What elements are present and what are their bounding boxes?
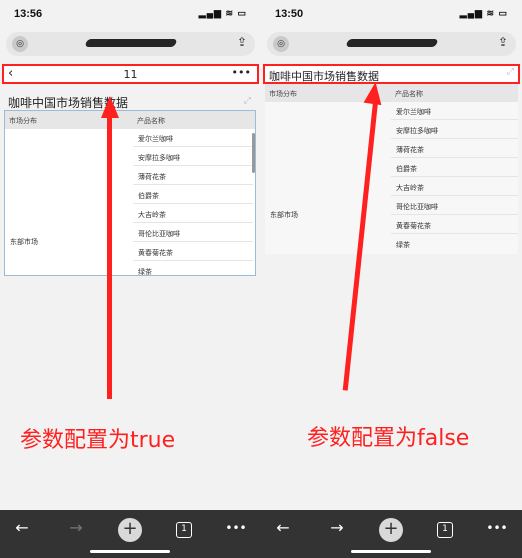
site-settings-icon[interactable]: ◎ — [273, 36, 289, 52]
status-icons: ▂▄▆ ≋ ▭ — [459, 8, 508, 18]
redaction-mark — [345, 39, 439, 47]
list-item: 大吉岭茶 — [391, 178, 518, 196]
scrollbar[interactable] — [252, 133, 255, 173]
new-tab-icon[interactable]: + — [379, 518, 403, 542]
list-item: 爱尔兰咖啡 — [133, 129, 253, 147]
share-icon[interactable]: ⇪ — [237, 35, 247, 49]
redaction-mark — [84, 39, 178, 47]
product-list: 爱尔兰咖啡 安摩拉多咖啡 薄荷花茶 伯爵茶 大吉岭茶 哥伦比亚咖啡 黄春菊花茶 … — [391, 102, 518, 254]
menu-icon[interactable]: ••• — [222, 521, 250, 545]
status-time: 13:56 — [14, 8, 43, 20]
data-table: 市场分布 产品名称 东部市场 爱尔兰咖啡 安摩拉多咖啡 薄荷花茶 伯爵茶 大吉岭… — [265, 84, 518, 254]
back-arrow-icon[interactable]: ← — [8, 518, 36, 542]
list-item: 大吉岭茶 — [133, 205, 253, 223]
data-table: 市场分布 产品名称 东部市场 爱尔兰咖啡 安摩拉多咖啡 薄荷花茶 伯爵茶 大吉岭… — [4, 110, 256, 276]
col-header-product: 产品名称 — [391, 84, 518, 102]
phone-screenshot-true: 13:56 ▂▄▆ ≋ ▭ ◎ ⇪ ‹ 11 ••• 咖啡中国市场销售数据 ⤢ … — [0, 0, 261, 558]
status-time: 13:50 — [275, 8, 304, 20]
list-item: 绿茶 — [396, 241, 410, 249]
forward-arrow-icon[interactable]: → — [62, 518, 90, 542]
app-header: ‹ 11 ••• — [2, 64, 259, 84]
forward-arrow-icon[interactable]: → — [323, 518, 351, 542]
back-arrow-icon[interactable]: ← — [269, 518, 297, 542]
list-item: 安摩拉多咖啡 — [133, 148, 253, 166]
status-icons: ▂▄▆ ≋ ▭ — [198, 8, 247, 18]
site-settings-icon[interactable]: ◎ — [12, 36, 28, 52]
header-title: 咖啡中国市场销售数据 — [269, 70, 379, 83]
list-item: 安摩拉多咖啡 — [391, 121, 518, 139]
list-item: 黄春菊花茶 — [391, 216, 518, 234]
expand-icon[interactable]: ⤢ — [507, 67, 514, 77]
market-cell: 东部市场 — [270, 211, 298, 219]
product-list[interactable]: 爱尔兰咖啡 安摩拉多咖啡 薄荷花茶 伯爵茶 大吉岭茶 哥伦比亚咖啡 黄春菊花茶 … — [133, 129, 253, 276]
list-item: 哥伦比亚咖啡 — [133, 224, 253, 242]
market-cell: 东部市场 — [10, 238, 38, 246]
address-bar[interactable]: ◎ ⇪ — [6, 32, 255, 56]
new-tab-icon[interactable]: + — [118, 518, 142, 542]
list-item: 哥伦比亚咖啡 — [391, 197, 518, 215]
list-item: 薄荷花茶 — [391, 140, 518, 158]
share-icon[interactable]: ⇪ — [498, 35, 508, 49]
list-item: 伯爵茶 — [391, 159, 518, 177]
menu-icon[interactable]: ••• — [483, 521, 511, 545]
caption-true: 参数配置为true — [20, 428, 176, 453]
list-item: 黄春菊花茶 — [133, 243, 253, 261]
home-indicator — [90, 550, 170, 553]
phone-screenshot-false: 13:50 ▂▄▆ ≋ ▭ ◎ ⇪ 咖啡中国市场销售数据 ⤢ 市场分布 产品名称… — [261, 0, 522, 558]
status-bar: 13:50 ▂▄▆ ≋ ▭ — [261, 0, 522, 30]
list-item: 薄荷花茶 — [133, 167, 253, 185]
list-item: 爱尔兰咖啡 — [391, 102, 518, 120]
home-indicator — [351, 550, 431, 553]
list-item: 伯爵茶 — [133, 186, 253, 204]
list-item: 绿茶 — [133, 262, 253, 276]
more-icon[interactable]: ••• — [232, 66, 251, 79]
expand-icon[interactable]: ⤢ — [244, 96, 251, 106]
app-header: 咖啡中国市场销售数据 ⤢ — [263, 64, 520, 84]
address-bar[interactable]: ◎ ⇪ — [267, 32, 516, 56]
tabs-count-icon[interactable]: 1 — [176, 522, 192, 538]
caption-false: 参数配置为false — [307, 426, 470, 451]
arrow-head — [101, 96, 119, 118]
status-bar: 13:56 ▂▄▆ ≋ ▭ — [0, 0, 261, 30]
header-title: 11 — [123, 68, 138, 81]
tabs-count-icon[interactable]: 1 — [437, 522, 453, 538]
arrow-shaft — [107, 116, 112, 399]
col-header-product: 产品名称 — [133, 111, 255, 129]
